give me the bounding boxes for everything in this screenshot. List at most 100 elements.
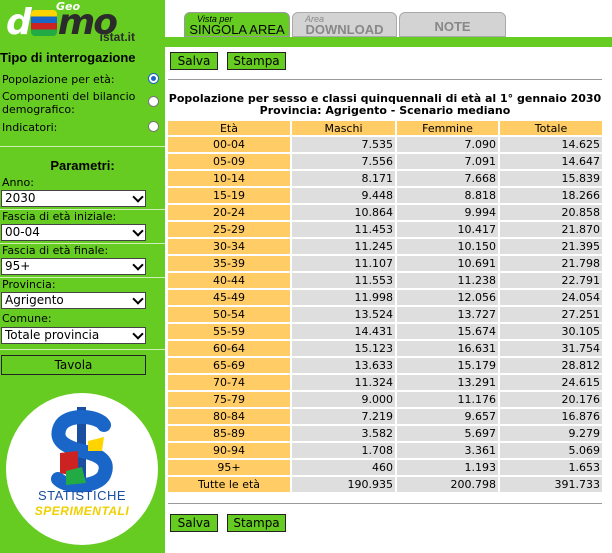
totale-cell: 20.858 [500,205,602,220]
logo-e-mark [30,10,57,36]
age-cell: 60-64 [168,341,290,356]
eta-iniziale-label: Fascia di età iniziale: [2,210,117,223]
totale-cell: 18.266 [500,188,602,203]
maschi-cell: 8.171 [292,171,395,186]
table-row: 95+ 460 1.193 1.653 [168,460,602,475]
eta-finale-select[interactable]: 95+ [1,258,146,275]
tavola-button[interactable]: Tavola [1,355,146,375]
comune-value: Totale provincia [5,328,100,342]
eta-iniziale-select[interactable]: 00-04 [1,224,146,241]
age-cell: 95+ [168,460,290,475]
anno-value: 2030 [5,191,36,205]
maschi-cell: 460 [292,460,395,475]
maschi-cell: 7.219 [292,409,395,424]
age-cell: 30-34 [168,239,290,254]
salva-button-top[interactable]: Salva [170,52,218,70]
maschi-cell: 3.582 [292,426,395,441]
geodemo-logo[interactable]: d mo Geo istat.it [0,0,165,48]
option-popolazione-label: Popolazione per età: [2,73,115,86]
age-cell: 00-04 [168,137,290,152]
option-indicatori-radio[interactable] [148,121,159,132]
maschi-cell: 13.524 [292,307,395,322]
option-componenti-label: Componenti del bilancio demografico: [2,90,136,116]
provincia-select[interactable]: Agrigento [1,292,146,309]
option-componenti-radio[interactable] [148,96,159,107]
maschi-cell: 7.556 [292,154,395,169]
table-row: Tutte le età 190.935 200.798 391.733 [168,477,602,492]
eta-finale-label: Fascia di età finale: [2,244,109,257]
tab-download-label: DOWNLOAD [305,22,384,37]
badge-line1: STATISTICHE [37,488,127,503]
logo-geo: Geo [56,0,81,13]
provincia-value: Agrigento [5,293,64,307]
age-cell: 90-94 [168,443,290,458]
option-popolazione-radio[interactable] [148,73,159,84]
table-row: 85-89 3.582 5.697 9.279 [168,426,602,441]
age-cell: 55-59 [168,324,290,339]
anno-label: Anno: [2,176,34,189]
stampa-button-bottom[interactable]: Stampa [227,514,286,532]
maschi-cell: 9.448 [292,188,395,203]
table-row: 60-64 15.123 16.631 31.754 [168,341,602,356]
chevron-down-icon [132,259,144,271]
chevron-down-icon [132,293,144,305]
maschi-cell: 11.453 [292,222,395,237]
maschi-cell: 10.864 [292,205,395,220]
femmine-cell: 10.691 [397,256,498,271]
femmine-cell: 16.631 [397,341,498,356]
femmine-cell: 7.091 [397,154,498,169]
dollar-s-icon [51,407,113,493]
tab-download[interactable]: Area DOWNLOAD [292,12,397,37]
eta-iniziale-value: 00-04 [5,225,40,239]
provincia-label: Provincia: [2,278,56,291]
content-divider-top [168,79,602,80]
totale-cell: 20.176 [500,392,602,407]
params-title: Parametri: [50,158,115,173]
tab-note[interactable]: NOTE [399,12,506,37]
tab-singola-area[interactable]: Vista per SINGOLA AREA [184,12,290,37]
totale-cell: 21.870 [500,222,602,237]
totale-cell: 27.251 [500,307,602,322]
age-cell: 40-44 [168,273,290,288]
age-cell: 45-49 [168,290,290,305]
table-row: 80-84 7.219 9.657 16.876 [168,409,602,424]
age-cell: Tutte le età [168,477,290,492]
femmine-cell: 9.994 [397,205,498,220]
age-cell: 50-54 [168,307,290,322]
totale-cell: 391.733 [500,477,602,492]
totale-cell: 9.279 [500,426,602,441]
femmine-cell: 200.798 [397,477,498,492]
chevron-down-icon [132,225,144,237]
table-row: 10-14 8.171 7.668 15.839 [168,171,602,186]
header-maschi: Maschi [292,121,395,135]
tab-bar [165,37,612,47]
table-row: 70-74 11.324 13.291 24.615 [168,375,602,390]
totale-cell: 31.754 [500,341,602,356]
tab-note-label: NOTE [434,19,471,34]
anno-select[interactable]: 2030 [1,190,146,207]
statistiche-sperimentali-badge: STATISTICHE SPERIMENTALI [6,393,158,545]
totale-cell: 30.105 [500,324,602,339]
femmine-cell: 3.361 [397,443,498,458]
chevron-down-icon [132,191,144,203]
age-cell: 80-84 [168,409,290,424]
chevron-down-icon [132,328,144,340]
eta-finale-value: 95+ [5,259,31,273]
femmine-cell: 8.818 [397,188,498,203]
stampa-button-top[interactable]: Stampa [227,52,286,70]
table-row: 05-09 7.556 7.091 14.647 [168,154,602,169]
salva-button-bottom[interactable]: Salva [170,514,218,532]
table-row: 75-79 9.000 11.176 20.176 [168,392,602,407]
maschi-cell: 190.935 [292,477,395,492]
table-header-row: Età Maschi Femmine Totale [168,121,602,135]
age-cell: 25-29 [168,222,290,237]
totale-cell: 1.653 [500,460,602,475]
logo-istat: istat.it [99,30,135,44]
femmine-cell: 15.674 [397,324,498,339]
femmine-cell: 10.417 [397,222,498,237]
femmine-cell: 5.697 [397,426,498,441]
maschi-cell: 11.553 [292,273,395,288]
age-cell: 10-14 [168,171,290,186]
age-cell: 05-09 [168,154,290,169]
comune-select[interactable]: Totale provincia [1,327,146,344]
